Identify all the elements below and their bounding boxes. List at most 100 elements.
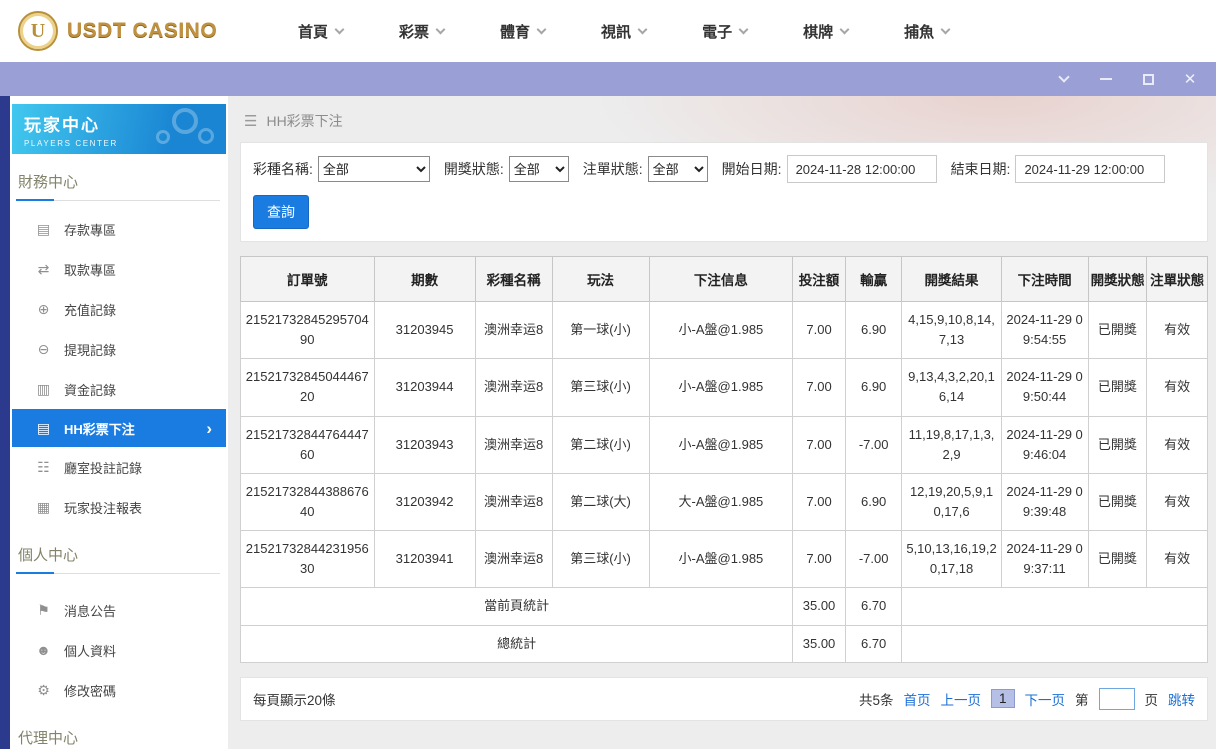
sidebar-item-funds-records[interactable]: ▥ 資金記錄 — [12, 369, 226, 409]
order-status-label: 注單狀態: — [582, 161, 643, 177]
accent-underline — [16, 572, 54, 574]
sidebar-item-withdrawal-records[interactable]: ⊖ 提現記錄 — [12, 329, 226, 369]
first-page-link[interactable]: 首页 — [903, 689, 930, 709]
cell-draw-status: 已開獎 — [1087, 358, 1148, 417]
page-total-winloss: 6.70 — [844, 587, 903, 626]
chevron-down-icon — [637, 24, 648, 34]
deposit-icon: ▤ — [36, 220, 51, 237]
cell-bet-time: 2024-11-29 09:54:55 — [1000, 300, 1089, 360]
sidebar-item-withdraw[interactable]: ⇄ 取款專區 — [12, 249, 226, 289]
col-header-lottery-name: 彩種名稱 — [474, 256, 553, 302]
casino-player-center-page: U USDT CASINO 首頁 彩票 體育 視訊 電子 棋牌 捕魚 ✕ 玩家中… — [0, 0, 1216, 749]
cell-lottery-name: 澳洲幸运8 — [474, 472, 553, 532]
cell-bet-time: 2024-11-29 09:46:04 — [1000, 415, 1089, 474]
bets-table-wrap: 訂單號 期數 彩種名稱 玩法 下注信息 投注額 輸贏 開獎結果 下注時間 開獎狀… — [239, 256, 1208, 663]
decorative-circle — [198, 128, 214, 144]
sidebar-item-announcements[interactable]: ⚑ 消息公告 — [12, 590, 226, 630]
page-total-label: 當前頁統計 — [239, 587, 794, 626]
nav-item-lottery[interactable]: 彩票 — [399, 21, 446, 42]
cell-order-status: 有效 — [1146, 472, 1208, 532]
personal-menu: ⚑ 消息公告 ☻ 個人資料 ⚙ 修改密碼 — [10, 590, 228, 710]
cell-bet-info: 小-A盤@1.985 — [648, 358, 794, 417]
chevron-down-icon — [435, 24, 446, 34]
nav-label: 電子 — [702, 23, 733, 41]
sidebar-item-profile[interactable]: ☻ 個人資料 — [12, 630, 226, 670]
table-row: 2152173284423195630 31203941 澳洲幸运8 第三球(小… — [240, 530, 1208, 589]
sidebar-item-change-password[interactable]: ⚙ 修改密碼 — [12, 670, 226, 710]
nav-item-home[interactable]: 首頁 — [298, 21, 345, 42]
cell-draw-status: 已開獎 — [1087, 415, 1148, 474]
chevron-down-icon — [839, 24, 850, 34]
sidebar-item-recharge-records[interactable]: ⊕ 充值記錄 — [12, 289, 226, 329]
sidebar: 玩家中心 PLAYERS CENTER 財務中心 ▤ 存款專區 ⇄ 取款專區 ⊕… — [10, 96, 228, 749]
cell-bet-amount: 7.00 — [792, 358, 846, 417]
end-date-input[interactable] — [1015, 155, 1166, 183]
nav-item-fishing[interactable]: 捕魚 — [904, 21, 951, 42]
cell-play-type: 第三球(小) — [551, 358, 650, 417]
window-close-button[interactable]: ✕ — [1182, 71, 1198, 87]
col-header-play-type: 玩法 — [551, 256, 650, 302]
nav-label: 棋牌 — [803, 23, 834, 41]
cell-lottery-name: 澳洲幸运8 — [474, 415, 553, 474]
sidebar-item-hall-bet-records[interactable]: ☷ 廳室投註記錄 — [12, 447, 226, 487]
section-title-personal: 個人中心 — [16, 541, 220, 574]
lottery-name-label: 彩種名稱: — [253, 161, 313, 177]
col-header-winloss: 輸贏 — [844, 256, 903, 302]
sidebar-item-deposit[interactable]: ▤ 存款專區 — [12, 209, 226, 249]
pagination-controls: 共5条 首页 上一页 1 下一页 第 页 跳转 — [858, 687, 1195, 710]
lottery-name-select[interactable]: 全部 — [317, 156, 430, 182]
window-maximize-button[interactable] — [1140, 71, 1156, 87]
chevron-down-icon — [940, 24, 951, 34]
left-edge-strip — [0, 96, 10, 749]
cell-order-no: 2152173284423195630 — [240, 530, 375, 589]
pagination-bar: 每頁顯示20條 共5条 首页 上一页 1 下一页 第 页 跳转 — [240, 676, 1208, 721]
nav-item-video[interactable]: 視訊 — [601, 21, 648, 42]
top-header: U USDT CASINO 首頁 彩票 體育 視訊 電子 棋牌 捕魚 — [0, 0, 1216, 62]
chevron-down-icon — [738, 24, 749, 34]
chevron-down-icon — [334, 24, 345, 34]
cell-order-status: 有效 — [1146, 300, 1208, 360]
window-dropdown-button[interactable] — [1056, 71, 1072, 87]
top-nav: 首頁 彩票 體育 視訊 電子 棋牌 捕魚 — [298, 21, 951, 42]
page-title: HH彩票下注 — [266, 113, 343, 129]
total-count-text: 共5条 — [858, 692, 894, 708]
cell-winloss: -7.00 — [844, 415, 903, 474]
col-header-bet-amount: 投注額 — [792, 256, 846, 302]
sidebar-item-label: 資金記錄 — [64, 382, 117, 398]
section-finance-center: 財務中心 ▤ 存款專區 ⇄ 取款專區 ⊕ 充值記錄 ⊖ 提現記錄 ▥ 資金記錄 … — [10, 168, 228, 527]
cell-period: 31203943 — [373, 415, 476, 474]
col-header-bet-time: 下注時間 — [1000, 256, 1089, 302]
sidebar-item-hh-lottery-bets[interactable]: ▤ HH彩票下注 › — [12, 409, 226, 447]
breadcrumb: ☰ HH彩票下注 — [240, 104, 1208, 138]
nav-item-slots[interactable]: 電子 — [702, 21, 749, 42]
withdraw-icon: ⇄ — [37, 260, 50, 277]
password-gear-icon: ⚙ — [37, 681, 50, 698]
nav-label: 體育 — [500, 23, 531, 41]
hamburger-menu-icon[interactable]: ☰ — [244, 112, 257, 130]
page-total-row: 當前頁統計 35.00 6.70 — [239, 587, 1208, 626]
page-total-empty — [901, 587, 1208, 626]
nav-label: 視訊 — [601, 23, 632, 41]
order-status-select[interactable]: 全部 — [647, 156, 708, 182]
sidebar-item-bet-report[interactable]: ▦ 玩家投注報表 — [12, 487, 226, 527]
page-jump-input[interactable] — [1098, 687, 1135, 710]
nav-item-sports[interactable]: 體育 — [500, 21, 547, 42]
jump-button[interactable]: 跳转 — [1168, 689, 1195, 709]
cell-period: 31203941 — [373, 530, 476, 589]
hall-bets-icon: ☷ — [37, 458, 50, 475]
next-page-link[interactable]: 下一页 — [1025, 689, 1066, 709]
prev-page-link[interactable]: 上一页 — [940, 689, 981, 709]
nav-item-boardgames[interactable]: 棋牌 — [803, 21, 850, 42]
draw-status-select[interactable]: 全部 — [508, 156, 569, 182]
nav-label: 彩票 — [399, 23, 430, 41]
section-personal-center: 個人中心 ⚑ 消息公告 ☻ 個人資料 ⚙ 修改密碼 — [10, 541, 228, 710]
sidebar-item-label: 消息公告 — [64, 603, 117, 619]
window-minimize-button[interactable] — [1098, 71, 1114, 87]
minimize-icon — [1100, 78, 1112, 80]
cell-winloss: 6.90 — [844, 472, 903, 532]
start-date-input[interactable] — [786, 155, 937, 183]
cell-winloss: 6.90 — [844, 300, 903, 360]
search-button[interactable]: 查詢 — [253, 195, 309, 229]
section-label: 個人中心 — [18, 547, 79, 564]
cell-bet-amount: 7.00 — [792, 415, 846, 474]
